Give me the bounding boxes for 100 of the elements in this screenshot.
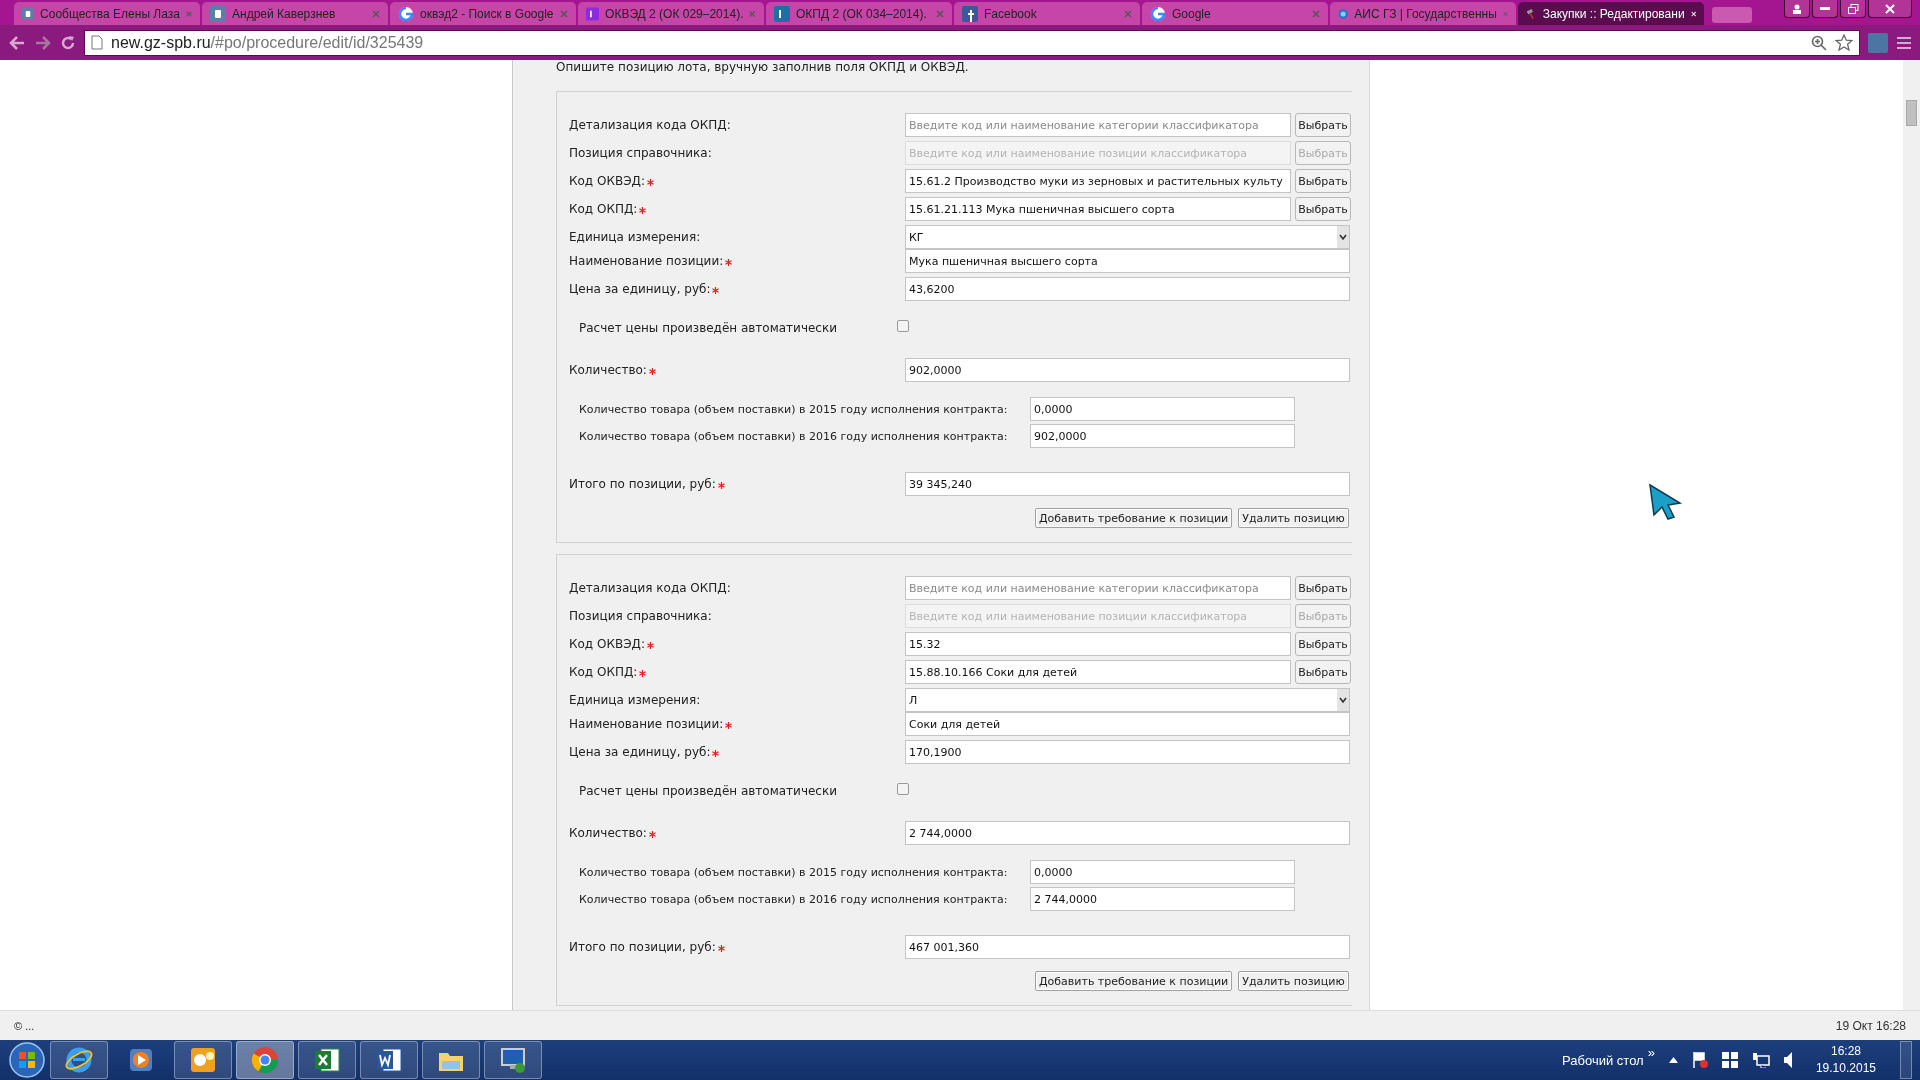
browser-tab[interactable]: оквэд2 - Поиск в Google (390, 2, 576, 25)
taskbar-app[interactable] (50, 1041, 108, 1079)
field-label: Количество товара (объем поставки) в 2015 году исполнения контракта: (579, 402, 1009, 416)
field-label: Детализация кода ОКПД: (569, 118, 731, 132)
browser-tab[interactable]: Facebook (954, 2, 1140, 25)
select-button[interactable]: Выбрать (1295, 113, 1351, 137)
site-icon (774, 5, 790, 22)
select-button[interactable]: Выбрать (1295, 660, 1351, 684)
text-field[interactable]: 170,1900 (905, 740, 1350, 764)
scroll-thumb[interactable] (1906, 100, 1917, 126)
field-label: Код ОКПД: (569, 665, 638, 679)
close-window-button[interactable] (1868, 0, 1912, 18)
field-label: Код ОКВЭД: (569, 174, 645, 188)
browser-tab[interactable]: ОКПД 2 (ОК 034–2014). (766, 2, 952, 25)
add-requirement-button[interactable]: Добавить требование к позиции (1035, 508, 1233, 528)
quantity-field[interactable]: 0,0000 (1030, 397, 1295, 421)
delete-position-button[interactable]: Удалить позицию (1238, 971, 1349, 991)
quantity-field[interactable]: 2 744,0000 (1030, 887, 1295, 911)
lookup-field[interactable]: Введите код или наименование категории классификатора (905, 113, 1291, 137)
chrome-icon (250, 1045, 280, 1075)
select-button[interactable]: Выбрать (1295, 169, 1351, 193)
mail-app-icon (188, 1045, 218, 1075)
add-requirement-button[interactable]: Добавить требование к позиции (1035, 971, 1233, 991)
overflow-chevron[interactable]: » (1647, 1044, 1655, 1060)
browser-tab[interactable]: Google (1142, 2, 1328, 25)
browser-tab[interactable]: Закупки :: Редактировани (1518, 2, 1704, 25)
reload-icon[interactable] (60, 34, 76, 51)
lookup-field[interactable]: 15.32 (905, 632, 1291, 656)
select-button[interactable]: Выбрать (1295, 632, 1351, 656)
minimize-button[interactable] (1812, 0, 1838, 18)
unit-dropdown[interactable]: Л (905, 688, 1350, 712)
checkbox[interactable] (897, 783, 909, 795)
show-desktop-button[interactable] (1900, 1041, 1912, 1079)
zoom-icon[interactable] (1811, 34, 1827, 51)
quantity-field[interactable]: 902,0000 (1030, 424, 1295, 448)
back-icon[interactable] (8, 34, 26, 51)
star-icon[interactable] (1835, 34, 1853, 51)
required-icon (712, 750, 720, 757)
taskbar-app[interactable] (484, 1041, 542, 1079)
field-label: Позиция справочника: (569, 146, 712, 160)
text-field[interactable]: Соки для детей (905, 712, 1350, 736)
checkbox[interactable] (897, 320, 909, 332)
select-button[interactable]: Выбрать (1295, 197, 1351, 221)
windows-icon[interactable] (1721, 1052, 1738, 1068)
taskbar-app[interactable] (174, 1041, 232, 1079)
taskbar-app[interactable] (360, 1041, 418, 1079)
text-field[interactable]: 43,6200 (905, 277, 1350, 301)
taskbar-app[interactable] (298, 1041, 356, 1079)
total-field[interactable]: 467 001,360 (905, 935, 1350, 959)
total-field[interactable]: 39 345,240 (905, 472, 1350, 496)
field-label: Наименование позиции: (569, 717, 724, 731)
menu-icon[interactable] (1896, 35, 1912, 50)
browser-tab[interactable]: Сообщества Елены Лаза (14, 2, 200, 25)
restore-button[interactable] (1840, 0, 1866, 18)
scrollbar[interactable] (1903, 60, 1920, 1010)
quantity-field[interactable]: 2 744,0000 (905, 821, 1350, 845)
show-hidden-icon[interactable] (1668, 1057, 1678, 1063)
checkbox-label: Расчет цены произведён автоматически (579, 784, 838, 798)
clock[interactable]: 16:28 19.10.2015 (1815, 1043, 1876, 1077)
lookup-field[interactable]: Введите код или наименование категории классификатора (905, 576, 1291, 600)
field-label: Код ОКПД: (569, 202, 638, 216)
user-icon (1792, 3, 1802, 14)
status-text: © ... (14, 1019, 35, 1032)
lookup-field[interactable]: 15.88.10.166 Соки для детей (905, 660, 1291, 684)
browser-tab[interactable]: АИС ГЗ | Государственны (1330, 2, 1516, 25)
network-icon[interactable] (1751, 1052, 1770, 1068)
google-icon (1150, 5, 1166, 22)
required-icon (717, 482, 725, 489)
unit-dropdown[interactable]: КГ (905, 225, 1350, 249)
browser-icon (64, 1045, 94, 1075)
user-button[interactable] (1784, 0, 1810, 18)
speaker-icon[interactable] (1783, 1052, 1792, 1068)
quantity-field[interactable]: 902,0000 (905, 358, 1350, 382)
field-label: Цена за единицу, руб: (569, 745, 711, 759)
quantity-field[interactable]: 0,0000 (1030, 860, 1295, 884)
start-button[interactable] (8, 1041, 46, 1079)
lookup-field[interactable]: 15.61.2 Производство муки из зерновых и растительных культу (905, 169, 1291, 193)
required-icon (639, 670, 647, 677)
flag-icon[interactable] (1691, 1051, 1708, 1069)
spreadsheet-icon (312, 1045, 342, 1075)
required-icon (648, 831, 656, 838)
document-icon (374, 1045, 404, 1075)
required-icon (648, 368, 656, 375)
close-icon (1885, 3, 1895, 14)
browser-tab[interactable]: Андрей Каверзнев (202, 2, 388, 25)
field-label: Итого по позиции, руб: (569, 940, 716, 954)
checkbox-label: Расчет цены произведён автоматически (579, 321, 838, 335)
select-button[interactable]: Выбрать (1295, 576, 1351, 600)
text-field[interactable]: Мука пшеничная высшего сорта (905, 249, 1350, 273)
status-date: 19 Окт 16:28 (1835, 1018, 1906, 1033)
toolbar-label[interactable]: Рабочий стол (1562, 1052, 1644, 1068)
social-icon (210, 5, 226, 22)
delete-position-button[interactable]: Удалить позицию (1238, 508, 1349, 528)
restore-icon (1847, 3, 1859, 14)
taskbar-app[interactable] (422, 1041, 480, 1079)
field-label: Позиция справочника: (569, 609, 712, 623)
address-bar[interactable]: new.gz-spb.ru/#po/procedure/edit/id/325439 (84, 29, 1860, 56)
required-icon (725, 722, 733, 729)
lookup-field[interactable]: 15.61.21.113 Мука пшеничная высшего сорта (905, 197, 1291, 221)
browser-tab[interactable]: ОКВЭД 2 (ОК 029–2014). (578, 2, 764, 25)
